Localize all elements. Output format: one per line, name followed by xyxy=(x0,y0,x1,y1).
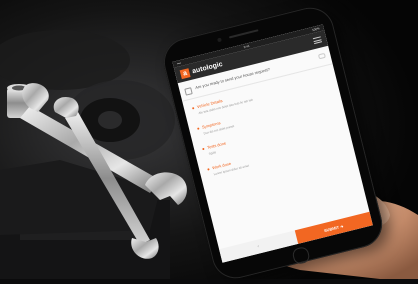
bullet-icon xyxy=(207,167,210,171)
app-logo: a xyxy=(179,67,191,79)
bullet-icon xyxy=(191,106,195,109)
toggle-icon[interactable] xyxy=(317,52,326,60)
bullet-icon xyxy=(196,126,200,130)
checkbox-icon[interactable] xyxy=(184,87,193,96)
menu-icon[interactable] xyxy=(312,36,323,45)
bullet-icon xyxy=(202,147,205,150)
status-carrier: •••• xyxy=(176,60,182,66)
photo-scene: •••• 9:41 100% a autologic Are you ready… xyxy=(0,0,418,284)
